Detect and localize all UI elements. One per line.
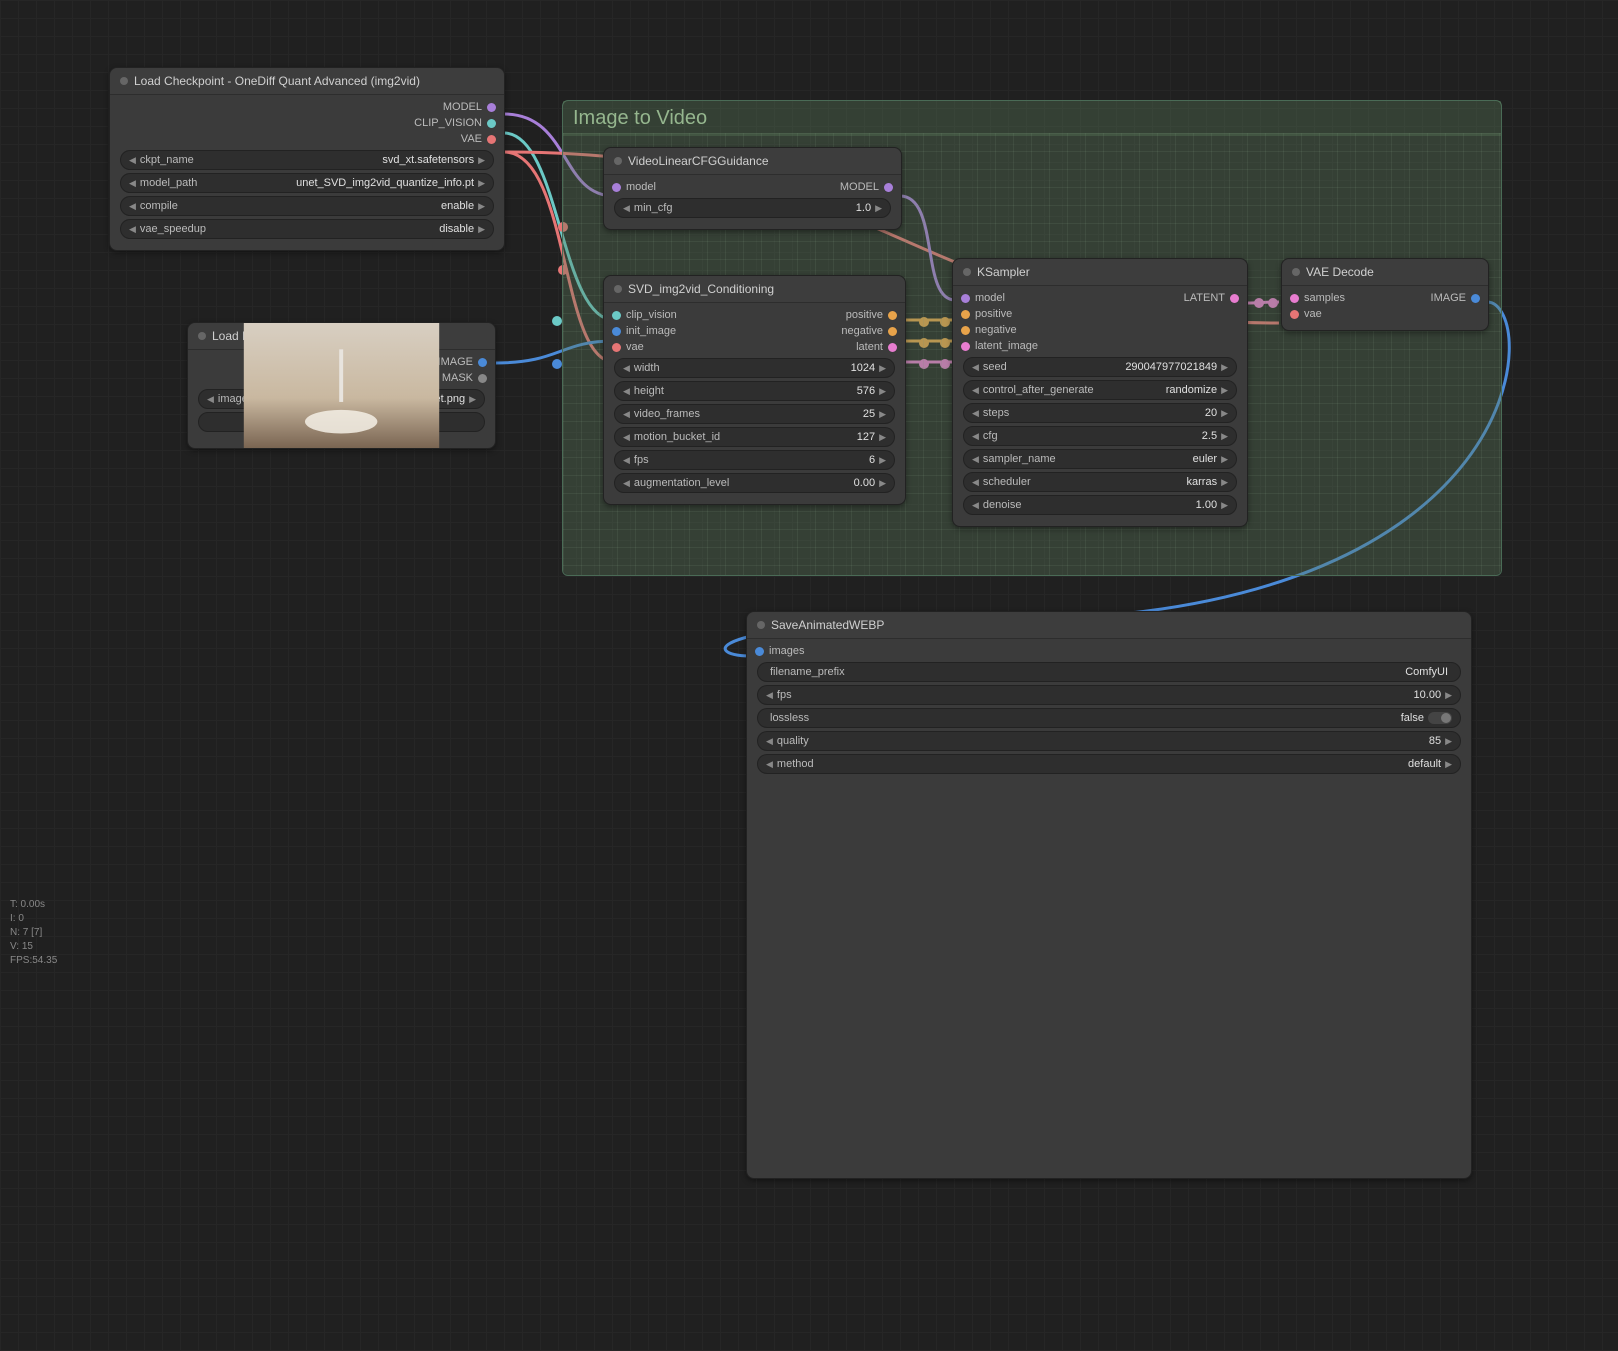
collapse-dot-icon[interactable] [614,285,622,293]
node-title-text: Load Checkpoint - OneDiff Quant Advanced… [134,74,420,88]
port-negative[interactable] [888,327,897,336]
node-svd-conditioning[interactable]: SVD_img2vid_Conditioning clip_vision posi… [603,275,906,505]
port-vae[interactable] [1290,310,1299,319]
reroute-dot [552,359,562,369]
port-model-in[interactable] [612,183,621,192]
output-label-clip: CLIP_VISION [414,117,482,129]
widget-lossless[interactable]: losslessfalse [757,708,1461,728]
port-clip[interactable] [612,311,621,320]
widget-control-after-generate[interactable]: ◀control_after_generaterandomize▶ [963,380,1237,400]
port-negative[interactable] [961,326,970,335]
node-title-text: SVD_img2vid_Conditioning [628,282,774,296]
port-vae[interactable] [612,343,621,352]
port-image[interactable] [478,358,487,367]
widget-min-cfg[interactable]: ◀min_cfg1.0▶ [614,198,891,218]
group-title: Image to Video [563,101,1501,136]
output-label-model: MODEL [840,181,879,193]
port-model[interactable] [487,103,496,112]
port-images[interactable] [755,647,764,656]
node-load-image[interactable]: Load Image IMAGE MASK ◀imagerocket.png▶ … [187,322,496,449]
chevron-left-icon: ◀ [129,155,136,166]
widget-ckpt-name[interactable]: ◀ckpt_namesvd_xt.safetensors▶ [120,150,494,170]
output-label: negative [841,325,883,337]
collapse-dot-icon[interactable] [198,332,206,340]
widget-width[interactable]: ◀width1024▶ [614,358,895,378]
widget-denoise[interactable]: ◀denoise1.00▶ [963,495,1237,515]
port-init-image[interactable] [612,327,621,336]
collapse-dot-icon[interactable] [1292,268,1300,276]
node-title-text: SaveAnimatedWEBP [771,618,884,632]
node-title-text: KSampler [977,265,1030,279]
widget-seed[interactable]: ◀seed290047977021849▶ [963,357,1237,377]
widget-steps[interactable]: ◀steps20▶ [963,403,1237,423]
port-latent-image[interactable] [961,342,970,351]
input-label-model: model [626,181,656,193]
port-samples[interactable] [1290,294,1299,303]
widget-model-path[interactable]: ◀model_pathunet_SVD_img2vid_quantize_inf… [120,173,494,193]
collapse-dot-icon[interactable] [963,268,971,276]
output-label: latent [856,341,883,353]
port-latent[interactable] [888,343,897,352]
port-model-out[interactable] [884,183,893,192]
widget-method[interactable]: ◀methoddefault▶ [757,754,1461,774]
node-title-text: VAE Decode [1306,265,1374,279]
render-stats: T: 0.00s I: 0 N: 7 [7] V: 15 FPS:54.35 [10,898,57,968]
output-label-model: MODEL [443,101,482,113]
input-label: vae [626,341,644,353]
node-title-text: Load Image [212,329,275,343]
output-label-mask: MASK [442,372,473,384]
widget-video-frames[interactable]: ◀video_frames25▶ [614,404,895,424]
widget-motion-bucket[interactable]: ◀motion_bucket_id127▶ [614,427,895,447]
widget-fps[interactable]: ◀fps10.00▶ [757,685,1461,705]
output-label-image: IMAGE [438,356,473,368]
node-load-checkpoint[interactable]: Load Checkpoint - OneDiff Quant Advanced… [109,67,505,251]
node-title-text: VideoLinearCFGGuidance [628,154,769,168]
widget-quality[interactable]: ◀quality85▶ [757,731,1461,751]
output-label: LATENT [1184,292,1225,304]
node-ksampler[interactable]: KSampler modelLATENT positive negative l… [952,258,1248,527]
port-vae[interactable] [487,135,496,144]
reroute-dot [552,316,562,326]
node-save-animated-webp[interactable]: SaveAnimatedWEBP images filename_prefixC… [746,611,1472,1179]
upload-button[interactable]: choose file to upload [198,412,485,432]
port-positive[interactable] [961,310,970,319]
port-latent-out[interactable] [1230,294,1239,303]
node-video-linear-cfg[interactable]: VideoLinearCFGGuidance model MODEL ◀min_c… [603,147,902,230]
widget-height[interactable]: ◀height576▶ [614,381,895,401]
port-mask[interactable] [478,374,487,383]
port-model[interactable] [961,294,970,303]
collapse-dot-icon[interactable] [614,157,622,165]
widget-fps[interactable]: ◀fps6▶ [614,450,895,470]
port-positive[interactable] [888,311,897,320]
widget-scheduler[interactable]: ◀schedulerkarras▶ [963,472,1237,492]
node-vae-decode[interactable]: VAE Decode samplesIMAGE vae [1281,258,1489,331]
widget-compile[interactable]: ◀compileenable▶ [120,196,494,216]
collapse-dot-icon[interactable] [757,621,765,629]
output-label: IMAGE [1431,292,1466,304]
widget-image-select[interactable]: ◀imagerocket.png▶ [198,389,485,409]
input-label: clip_vision [626,309,677,321]
widget-filename-prefix[interactable]: filename_prefixComfyUI [757,662,1461,682]
output-label: positive [846,309,883,321]
input-label: init_image [626,325,676,337]
widget-sampler-name[interactable]: ◀sampler_nameeuler▶ [963,449,1237,469]
widget-cfg[interactable]: ◀cfg2.5▶ [963,426,1237,446]
port-image-out[interactable] [1471,294,1480,303]
widget-augmentation[interactable]: ◀augmentation_level0.00▶ [614,473,895,493]
chevron-right-icon: ▶ [478,155,485,166]
widget-vae-speedup[interactable]: ◀vae_speedupdisable▶ [120,219,494,239]
collapse-dot-icon[interactable] [120,77,128,85]
toggle-icon [1428,712,1452,724]
port-clip[interactable] [487,119,496,128]
output-label-vae: VAE [461,133,482,145]
